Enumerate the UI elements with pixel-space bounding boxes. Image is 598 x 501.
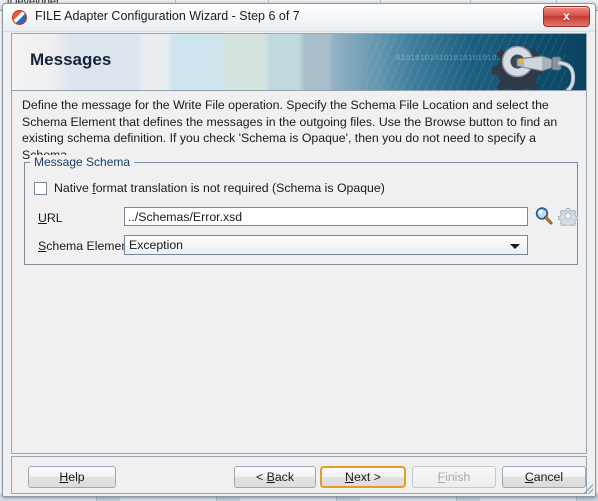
next-button[interactable]: Next > [320, 466, 406, 488]
schema-opaque-label: Native format translation is not require… [54, 181, 385, 195]
help-button[interactable]: Help [28, 466, 116, 488]
finish-button: Finish [412, 466, 496, 488]
button-bar: Help < Back Next > Finish Cancel [11, 456, 587, 494]
page-banner: Messages 010101010101010101010101 101010… [12, 34, 586, 91]
gear-icon [558, 208, 578, 226]
window-title: FILE Adapter Configuration Wizard - Step… [35, 9, 300, 23]
schema-element-label: Schema Element [38, 239, 132, 253]
magnifier-icon[interactable] [534, 206, 554, 226]
schema-element-value: Exception [129, 238, 184, 252]
oracle-jdeveloper-icon [12, 10, 27, 25]
cancel-button[interactable]: Cancel [502, 466, 586, 488]
message-schema-legend: Message Schema [30, 155, 135, 169]
title-bar: FILE Adapter Configuration Wizard - Step… [3, 4, 595, 32]
chevron-down-icon [510, 244, 520, 249]
wizard-dialog: FILE Adapter Configuration Wizard - Step… [2, 3, 596, 497]
close-button[interactable]: x [543, 6, 590, 27]
resize-grip[interactable] [583, 484, 593, 494]
screen: JDeveloper FILE Adapter Configuration Wi… [0, 0, 598, 501]
page-description: Define the message for the Write File op… [22, 98, 558, 162]
page-title: Messages [30, 50, 112, 69]
content-frame: Messages 010101010101010101010101 101010… [11, 33, 587, 454]
schema-opaque-checkbox-row[interactable]: Native format translation is not require… [34, 179, 385, 197]
gear-wrench-icon [492, 45, 576, 90]
url-input[interactable] [124, 207, 528, 226]
back-button[interactable]: < Back [234, 466, 316, 488]
schema-element-dropdown[interactable]: Exception [124, 235, 528, 255]
url-label: URL [38, 211, 63, 225]
schema-opaque-checkbox[interactable] [34, 182, 47, 195]
close-icon: x [563, 9, 570, 23]
